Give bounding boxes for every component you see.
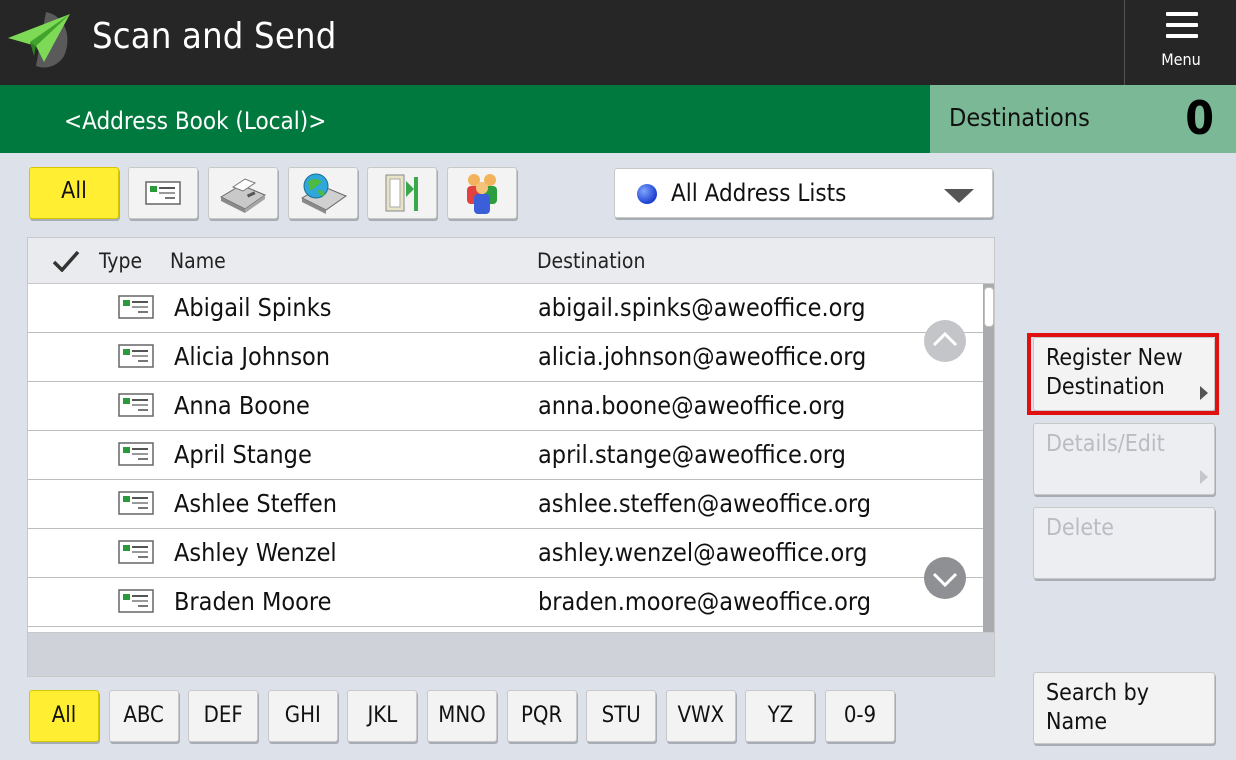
table-row[interactable]: Abigail Spinks abigail.spinks@aweoffice.o… — [28, 284, 983, 333]
table-row[interactable]: Braden Moore braden.moore@aweoffice.org — [28, 578, 983, 627]
table-row[interactable]: April Stange april.stange@aweoffice.org — [28, 431, 983, 480]
filter-folder-button[interactable] — [367, 167, 437, 219]
delete-button[interactable]: Delete — [1033, 507, 1215, 579]
alphabet-button-vwx[interactable]: VWX — [665, 690, 736, 742]
address-table: Type Name Destination Abigail Spinks abig… — [27, 237, 995, 633]
destinations-count: 0 — [1185, 91, 1214, 145]
alphabet-button-label: MNO — [438, 703, 486, 728]
dropdown-arrow-icon — [944, 189, 974, 203]
address-book-header: <Address Book (Local)> — [0, 85, 930, 153]
row-name: Braden Moore — [174, 587, 332, 616]
alphabet-button-abc[interactable]: ABC — [108, 690, 179, 742]
alphabet-button-def[interactable]: DEF — [188, 690, 259, 742]
folder-icon — [385, 174, 418, 212]
email-icon — [118, 540, 154, 564]
address-list-select[interactable]: All Address Lists — [614, 168, 993, 218]
row-name: Ashley Wenzel — [174, 538, 337, 567]
row-name: Alicia Johnson — [174, 342, 331, 371]
title-bar: Scan and Send Menu — [0, 0, 1236, 85]
row-destination: abigail.spinks@aweoffice.org — [538, 293, 866, 322]
menu-label: Menu — [1161, 50, 1201, 69]
column-type[interactable]: Type — [99, 249, 142, 273]
filter-group-button[interactable] — [447, 167, 517, 219]
destinations-label: Destinations — [949, 103, 1090, 132]
group-icon — [467, 174, 497, 214]
paper-plane-icon — [8, 12, 70, 68]
alphabet-button-label: YZ — [767, 703, 794, 728]
alphabet-button-jkl[interactable]: JKL — [347, 690, 418, 742]
filter-all-label: All — [61, 178, 87, 204]
row-destination: april.stange@aweoffice.org — [538, 440, 846, 469]
scroll-down-button[interactable] — [924, 557, 966, 599]
select-all-check-icon[interactable] — [52, 250, 80, 272]
delete-label: Delete — [1046, 515, 1115, 541]
row-name: April Stange — [174, 440, 312, 469]
address-book-title: <Address Book (Local)> — [64, 107, 327, 135]
table-footer — [27, 633, 995, 677]
table-row[interactable]: Alicia Johnson alicia.johnson@aweoffice.o… — [28, 333, 983, 382]
row-destination: braden.moore@aweoffice.org — [538, 587, 872, 616]
arrow-right-icon — [1200, 470, 1208, 484]
alphabet-button-label: JKL — [367, 703, 398, 728]
scroll-up-button[interactable] — [924, 320, 966, 362]
table-header: Type Name Destination — [28, 238, 994, 284]
search-by-name-button[interactable]: Search by Name — [1033, 672, 1215, 744]
alphabet-button-ghi[interactable]: GHI — [267, 690, 338, 742]
row-name: Abigail Spinks — [174, 293, 332, 322]
scrollbar[interactable] — [983, 284, 994, 632]
address-list-dot-icon — [637, 184, 657, 204]
table-row[interactable]: Ashley Wenzel ashley.wenzel@aweoffice.org — [28, 529, 983, 578]
destinations-panel[interactable]: Destinations 0 — [930, 85, 1236, 153]
email-icon — [118, 393, 154, 417]
details-edit-label: Details/Edit — [1046, 431, 1165, 457]
menu-button[interactable]: Menu — [1124, 0, 1236, 85]
search-by-name-label: Search by Name — [1046, 680, 1149, 735]
email-icon — [118, 344, 154, 368]
email-icon — [118, 589, 154, 613]
row-destination: alicia.johnson@aweoffice.org — [538, 342, 867, 371]
alphabet-button-yz[interactable]: YZ — [745, 690, 816, 742]
column-name[interactable]: Name — [170, 249, 226, 273]
alphabet-button-pqr[interactable]: PQR — [506, 690, 577, 742]
alphabet-button-label: All — [51, 703, 77, 728]
address-list-label: All Address Lists — [671, 179, 847, 207]
alphabet-button-label: VWX — [677, 703, 725, 728]
filter-fax-button[interactable] — [208, 167, 278, 219]
alphabet-button-label: ABC — [123, 703, 164, 728]
chevron-up-icon — [932, 331, 958, 347]
filter-email-button[interactable] — [128, 167, 198, 219]
alphabet-button-label: GHI — [284, 703, 321, 728]
filter-internet-fax-button[interactable] — [288, 167, 358, 219]
row-destination: anna.boone@aweoffice.org — [538, 391, 846, 420]
email-icon — [145, 181, 181, 205]
alphabet-button-stu[interactable]: STU — [586, 690, 657, 742]
alphabet-button-label: DEF — [203, 703, 243, 728]
column-destination[interactable]: Destination — [537, 249, 645, 273]
alphabet-button-09[interactable]: 0-9 — [825, 690, 895, 742]
ifax-icon — [300, 173, 348, 214]
app-title: Scan and Send — [92, 16, 337, 57]
filter-all-button[interactable]: All — [29, 167, 119, 219]
hamburger-icon — [1166, 12, 1198, 40]
highlight-box — [1027, 333, 1219, 415]
alphabet-button-label: 0-9 — [843, 703, 877, 728]
alphabet-button-mno[interactable]: MNO — [427, 690, 497, 742]
email-icon — [118, 442, 154, 466]
details-edit-button[interactable]: Details/Edit — [1033, 423, 1215, 495]
alphabet-button-label: PQR — [520, 703, 563, 728]
row-name: Ashlee Steffen — [174, 489, 337, 518]
row-name: Anna Boone — [174, 391, 310, 420]
scrollbar-thumb[interactable] — [984, 287, 994, 327]
fax-icon — [219, 178, 267, 213]
email-icon — [118, 491, 154, 515]
alphabet-button-label: STU — [601, 703, 641, 728]
row-destination: ashley.wenzel@aweoffice.org — [538, 538, 868, 567]
chevron-down-icon — [932, 572, 958, 588]
table-row[interactable]: Anna Boone anna.boone@aweoffice.org — [28, 382, 983, 431]
email-icon — [118, 295, 154, 319]
row-destination: ashlee.steffen@aweoffice.org — [538, 489, 872, 518]
alphabet-button-all[interactable]: All — [29, 690, 99, 742]
table-row[interactable]: Ashlee Steffen ashlee.steffen@aweoffice.o… — [28, 480, 983, 529]
